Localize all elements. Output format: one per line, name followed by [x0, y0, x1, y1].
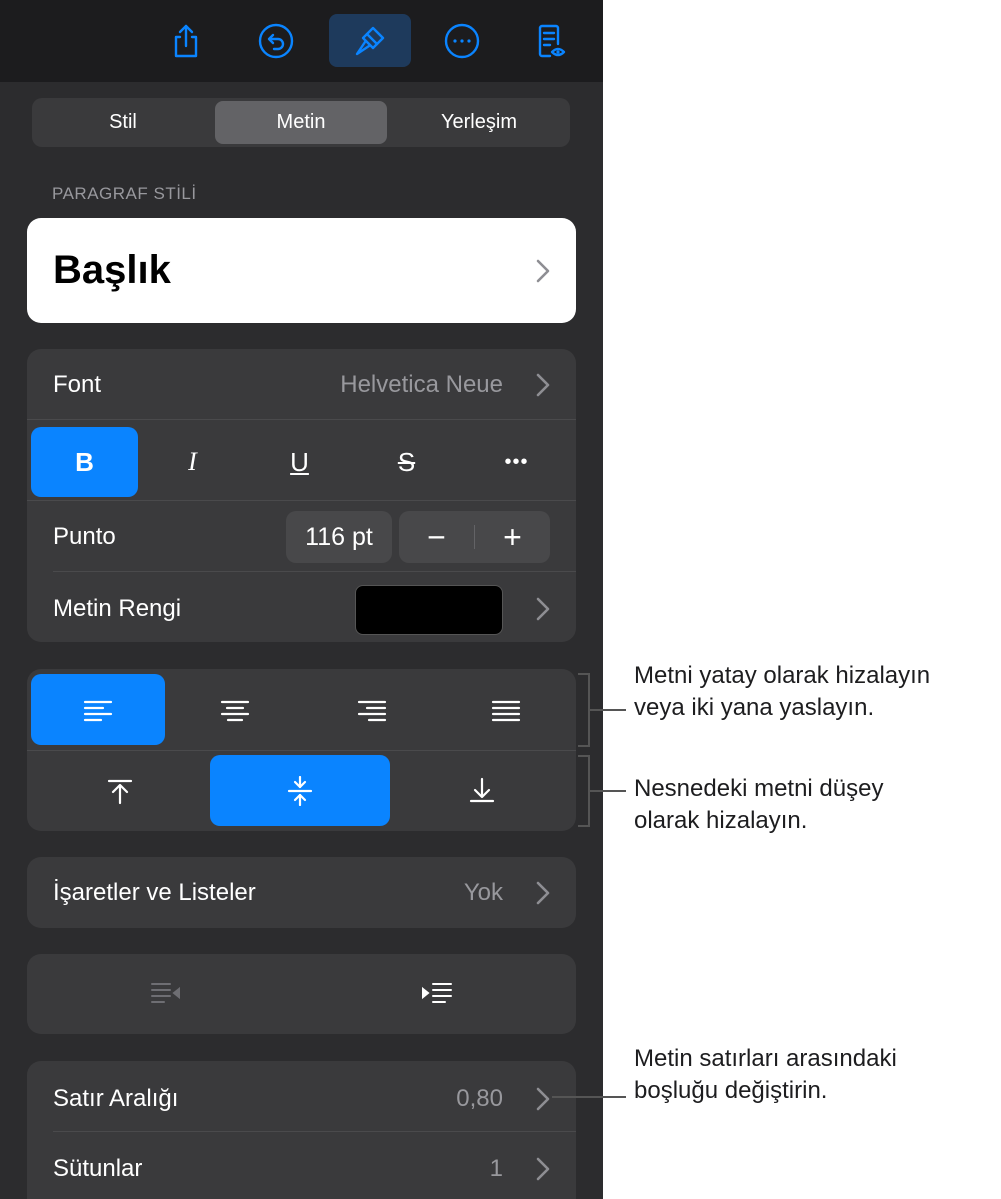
tab-yerlesim[interactable]: Yerleşim: [391, 101, 567, 144]
callout-horizontal-align: Metni yatay olarak hizalayın veya iki ya…: [634, 660, 930, 724]
leader-line: [552, 1096, 626, 1098]
font-row[interactable]: Font Helvetica Neue: [27, 349, 576, 419]
bullets-lists-value: Yok: [463, 879, 503, 906]
bullets-lists-label: İşaretler ve Listeler: [53, 879, 256, 906]
decrease-indent-button[interactable]: [31, 959, 301, 1029]
tab-stil[interactable]: Stil: [35, 101, 211, 144]
divider: [27, 750, 576, 751]
align-top-button[interactable]: [31, 755, 209, 826]
divider: [27, 500, 576, 501]
undo-button[interactable]: [235, 14, 317, 67]
outdent-icon: [151, 983, 180, 1003]
callout-text: Metin satırları arasındaki: [634, 1045, 897, 1072]
line-spacing-row[interactable]: Satır Aralığı 0,80: [27, 1061, 576, 1131]
undo-icon: [258, 23, 294, 58]
callout-text: veya iki yana yaslayın.: [634, 694, 875, 721]
callout-vertical-align: Nesnedeki metni düşey olarak hizalayın.: [634, 773, 883, 837]
alignment-group: [27, 669, 576, 831]
callout-text: boşluğu değiştirin.: [634, 1077, 828, 1104]
align-middle-button[interactable]: [210, 755, 390, 826]
reader-view-icon: [538, 24, 566, 57]
text-color-swatch[interactable]: [355, 585, 503, 635]
toolbar: [0, 0, 603, 82]
font-size-stepper: − +: [399, 511, 550, 563]
format-panel: Stil Metin Yerleşim PARAGRAF STİLİ Başlı…: [0, 0, 603, 1199]
chevron-right-icon: [536, 597, 550, 621]
more-button[interactable]: [421, 14, 503, 67]
paragraph-style-value: Başlık: [53, 248, 171, 292]
callout-text: olarak hizalayın.: [634, 807, 808, 834]
chevron-right-icon: [536, 1087, 550, 1111]
align-left-icon: [83, 700, 113, 721]
columns-value: 1: [489, 1155, 503, 1182]
bracket-line: [578, 825, 590, 827]
bold-button[interactable]: B: [31, 427, 138, 497]
underline-button[interactable]: U: [247, 427, 352, 497]
chevron-right-icon: [536, 881, 550, 905]
align-left-button[interactable]: [31, 674, 165, 745]
text-color-label: Metin Rengi: [53, 595, 182, 622]
reader-view-button[interactable]: [510, 14, 592, 67]
align-right-button[interactable]: [305, 674, 439, 745]
share-button[interactable]: [145, 14, 227, 67]
align-middle-icon: [287, 775, 313, 806]
indent-icon: [422, 983, 452, 1003]
format-button[interactable]: [329, 14, 411, 67]
font-value: Helvetica Neue: [340, 371, 503, 398]
strikethrough-button[interactable]: S: [354, 427, 459, 497]
more-text-options-button[interactable]: •••: [461, 427, 572, 497]
indent-group: [27, 954, 576, 1034]
font-size-field[interactable]: 116 pt: [286, 511, 392, 563]
size-label: Punto: [53, 523, 116, 550]
share-icon: [174, 24, 198, 57]
line-spacing-label: Satır Aralığı: [53, 1085, 179, 1112]
bracket-line: [578, 745, 590, 747]
chevron-right-icon: [536, 373, 550, 397]
align-top-icon: [107, 779, 133, 804]
align-right-icon: [357, 700, 387, 721]
justify-icon: [491, 700, 521, 721]
chevron-right-icon: [536, 259, 550, 283]
leader-line: [590, 709, 626, 711]
divider: [27, 419, 576, 420]
paragraph-style-picker[interactable]: Başlık: [27, 218, 576, 323]
align-center-icon: [220, 700, 250, 721]
tab-metin[interactable]: Metin: [215, 101, 387, 144]
decrease-size-button[interactable]: −: [399, 511, 474, 563]
increase-indent-button[interactable]: [302, 959, 572, 1029]
line-spacing-value: 0,80: [456, 1085, 503, 1112]
align-bottom-button[interactable]: [391, 755, 572, 826]
paintbrush-icon: [355, 26, 385, 55]
font-label: Font: [53, 371, 102, 398]
italic-button[interactable]: I: [140, 427, 245, 497]
chevron-right-icon: [536, 1157, 550, 1181]
bullets-lists-row[interactable]: İşaretler ve Listeler Yok: [27, 857, 576, 928]
increase-size-button[interactable]: +: [475, 511, 550, 563]
justify-button[interactable]: [439, 674, 573, 745]
callout-text: Metni yatay olarak hizalayın: [634, 662, 931, 689]
align-bottom-icon: [469, 777, 494, 802]
columns-row[interactable]: Sütunlar 1: [27, 1132, 576, 1199]
font-group: Font Helvetica Neue B I U S ••• Punto 11…: [27, 349, 576, 642]
more-icon: [444, 23, 480, 58]
align-center-button[interactable]: [168, 674, 302, 745]
callout-line-spacing: Metin satırları arasındaki boşluğu değiş…: [634, 1043, 897, 1107]
callout-text: Nesnedeki metni düşey: [634, 775, 884, 802]
tab-segmented-control: Stil Metin Yerleşim: [32, 98, 570, 147]
leader-line: [590, 790, 626, 792]
paragraph-style-label: PARAGRAF STİLİ: [52, 184, 197, 203]
spacing-group: Satır Aralığı 0,80 Sütunlar 1: [27, 1061, 576, 1199]
columns-label: Sütunlar: [53, 1155, 143, 1182]
